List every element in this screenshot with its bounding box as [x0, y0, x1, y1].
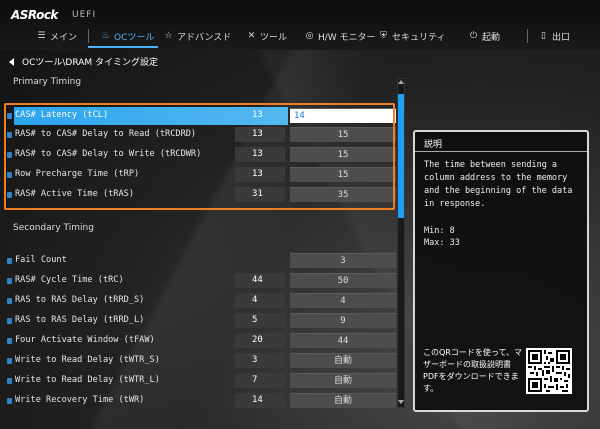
setting-row-tfaw[interactable]: Four Activate Window (tFAW) 20 44	[7, 332, 396, 350]
info-icon	[7, 278, 12, 284]
tab-exit[interactable]: ▯ 出口	[538, 29, 570, 43]
min-max-text: Min: 8 Max: 33	[424, 226, 460, 248]
info-icon	[7, 398, 12, 404]
shield-icon: ⛨	[380, 31, 387, 41]
description-panel: 説明 The time between sending a column add…	[413, 130, 589, 412]
info-icon	[7, 338, 12, 344]
exit-icon: ▯	[541, 31, 546, 41]
setting-input[interactable]: 44	[290, 333, 396, 348]
menu-icon: ☰	[37, 31, 46, 41]
scroll-up-arrow-icon[interactable]	[398, 80, 404, 84]
info-icon	[7, 358, 12, 364]
info-icon	[7, 258, 12, 264]
setting-input[interactable]: 50	[290, 273, 396, 288]
current-value: 14	[235, 393, 285, 408]
current-value: 20	[235, 333, 285, 348]
highlight-frame	[4, 103, 395, 210]
primary-timing-header: Primary Timing	[13, 77, 82, 87]
setting-input[interactable]: 9	[290, 313, 396, 328]
tab-oc-tools[interactable]: ♨ OCツール	[100, 29, 154, 43]
flame-icon: ♨	[101, 31, 110, 41]
tab-security[interactable]: ⛨ セキュリティ	[378, 29, 445, 43]
description-text: The time between sending a column addres…	[424, 160, 573, 209]
uefi-label: UEFI	[72, 10, 97, 20]
power-icon: ⏻	[469, 31, 478, 41]
info-icon	[7, 318, 12, 324]
setting-row-twr[interactable]: Write Recovery Time (tWR) 14 自動	[7, 392, 396, 410]
current-value: 7	[235, 373, 285, 388]
setting-row-fail-count[interactable]: Fail Count 3	[7, 252, 396, 270]
setting-input[interactable]: 4	[290, 293, 396, 308]
tools-icon: ✕	[247, 31, 256, 41]
tab-separator	[527, 29, 528, 43]
qr-instructions: このQRコードを使って、マザーボードの取扱説明書PDFをダウンロードできます。	[423, 348, 523, 393]
tab-separator	[88, 29, 89, 43]
tab-hw-monitor[interactable]: ◎ H/W モニター	[304, 29, 376, 43]
setting-input[interactable]: 自動	[290, 373, 396, 388]
setting-input[interactable]: 3	[290, 253, 396, 268]
active-tab-indicator	[88, 46, 158, 48]
setting-row-twtr-l[interactable]: Write to Read Delay (tWTR_L) 7 自動	[7, 372, 396, 390]
asrock-logo: ASRock	[11, 8, 58, 22]
info-icon	[7, 298, 12, 304]
setting-row-trrd-l[interactable]: RAS to RAS Delay (tRRD_L) 5 9	[7, 312, 396, 330]
tab-main[interactable]: ☰ メイン	[36, 29, 77, 43]
current-value: 44	[235, 273, 285, 288]
tab-boot[interactable]: ⏻ 起動	[468, 29, 500, 43]
setting-input[interactable]: 自動	[290, 393, 396, 408]
setting-input[interactable]: 自動	[290, 353, 396, 368]
current-value: 4	[235, 293, 285, 308]
secondary-timing-header: Secondary Timing	[13, 223, 94, 233]
setting-row-trrd-s[interactable]: RAS to RAS Delay (tRRD_S) 4 4	[7, 292, 396, 310]
description-title: 説明	[424, 140, 443, 150]
tab-advanced[interactable]: ☆ アドバンスド	[163, 29, 231, 43]
top-bar: ASRock UEFI ☰ メイン ♨ OCツール ☆ アドバンスド ✕ ツール…	[0, 0, 600, 50]
scrollbar-thumb[interactable]	[398, 94, 404, 218]
qr-code-icon	[526, 348, 572, 394]
monitor-icon: ◎	[305, 31, 314, 41]
setting-row-trc[interactable]: RAS# Cycle Time (tRC) 44 50	[7, 272, 396, 290]
back-arrow-icon[interactable]	[9, 57, 14, 66]
divider	[415, 151, 587, 152]
tab-tools[interactable]: ✕ ツール	[246, 29, 287, 43]
setting-row-twtr-s[interactable]: Write to Read Delay (tWTR_S) 3 自動	[7, 352, 396, 370]
current-value: 3	[235, 353, 285, 368]
info-icon	[7, 378, 12, 384]
star-icon: ☆	[164, 31, 173, 41]
scroll-down-arrow-icon[interactable]	[398, 400, 404, 404]
current-value: 5	[235, 313, 285, 328]
breadcrumb[interactable]: OCツール\DRAM タイミング設定	[9, 55, 158, 68]
